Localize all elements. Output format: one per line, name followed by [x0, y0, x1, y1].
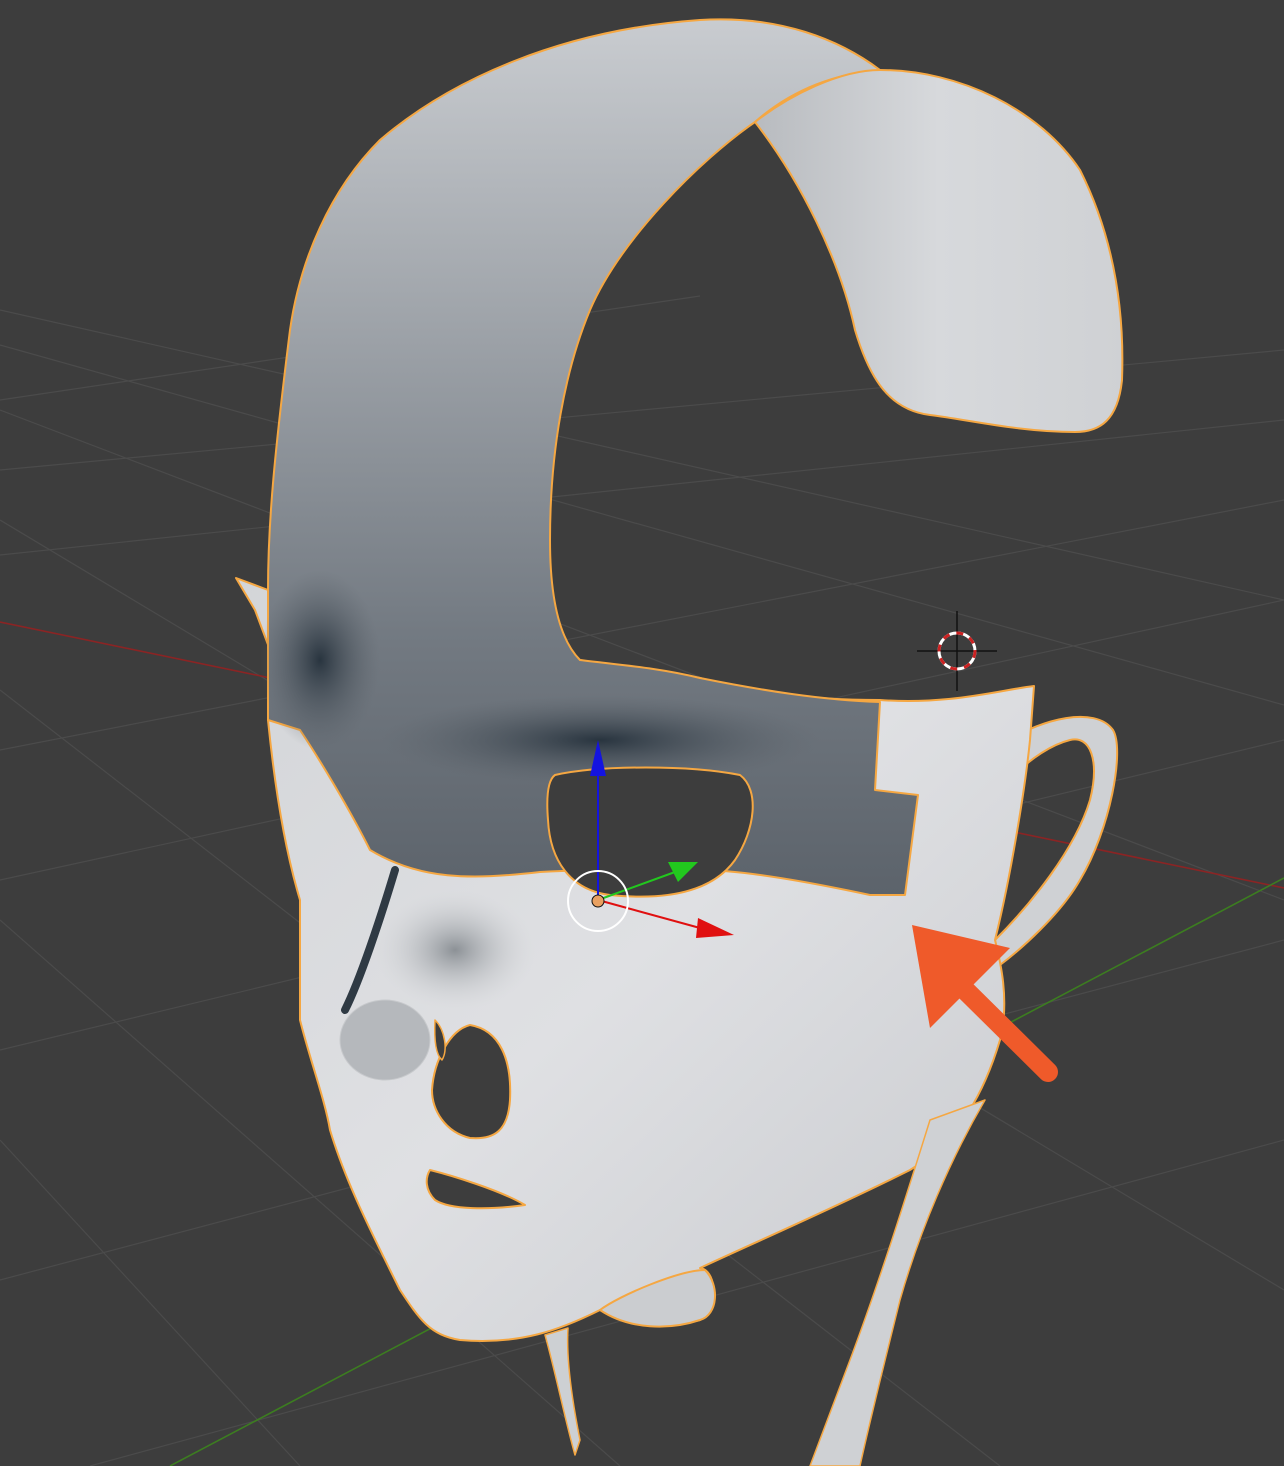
left-neck-strap[interactable] — [544, 1327, 581, 1456]
grid-line — [0, 419, 1284, 556]
temple-shadow — [260, 570, 380, 750]
nose-shading — [375, 890, 535, 1010]
viewport-scene[interactable] — [0, 0, 1284, 1466]
face-mesh-object[interactable] — [235, 18, 1124, 1466]
object-origin-icon — [591, 894, 605, 908]
3d-viewport[interactable] — [0, 0, 1284, 1466]
3d-cursor-icon[interactable] — [917, 611, 997, 691]
nostril-ring — [339, 999, 431, 1081]
grid-line — [0, 1139, 301, 1466]
forehead-band-back[interactable] — [754, 69, 1124, 433]
